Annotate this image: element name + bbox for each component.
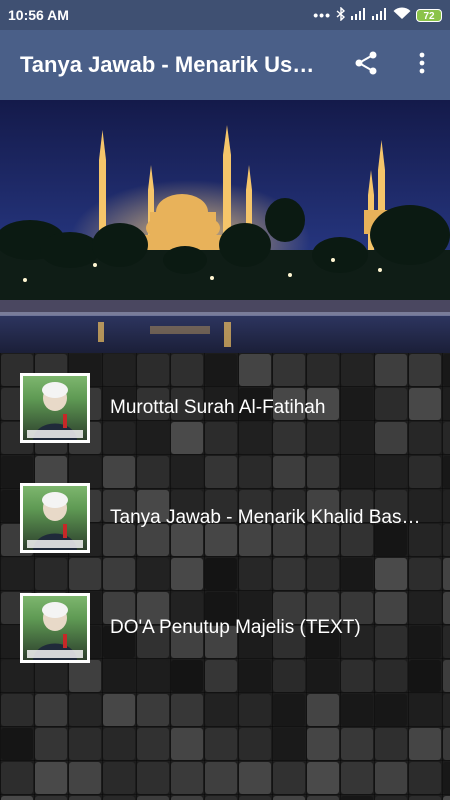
app-bar: Tanya Jawab - Menarik Ustadz Khalid Basa… bbox=[0, 30, 450, 100]
list-item-thumbnail bbox=[20, 483, 90, 553]
list-item-label: Murottal Surah Al-Fatihah bbox=[110, 397, 326, 418]
menu-list: Murottal Surah Al-Fatihah Tanya Jawab - … bbox=[0, 353, 450, 683]
list-item-thumbnail bbox=[20, 373, 90, 443]
notification-dots: ••• bbox=[313, 7, 331, 23]
app-title: Tanya Jawab - Menarik Ustadz Khalid Basa… bbox=[20, 52, 320, 77]
list-item-label: Tanya Jawab - Menarik Khalid Basalamah bbox=[110, 507, 430, 528]
list-item-label: DO'A Penutup Majelis (TEXT) bbox=[110, 617, 361, 638]
app-actions bbox=[338, 37, 450, 93]
speaker-portrait-icon bbox=[23, 596, 87, 660]
speaker-portrait-icon bbox=[23, 376, 87, 440]
share-button[interactable] bbox=[338, 37, 394, 93]
status-time: 10:56 AM bbox=[8, 7, 69, 23]
share-icon bbox=[353, 50, 379, 81]
list-item[interactable]: Tanya Jawab - Menarik Khalid Basalamah bbox=[0, 463, 450, 573]
list-item-thumbnail bbox=[20, 593, 90, 663]
status-bar: 10:56 AM ••• 72 bbox=[0, 0, 450, 30]
content-list-area: Murottal Surah Al-Fatihah Tanya Jawab - … bbox=[0, 353, 450, 800]
bluetooth-icon bbox=[336, 5, 346, 24]
overflow-menu-button[interactable] bbox=[394, 37, 450, 93]
more-vert-icon bbox=[418, 51, 426, 80]
list-item[interactable]: Murottal Surah Al-Fatihah bbox=[0, 353, 450, 463]
battery-icon: 72 bbox=[416, 8, 442, 22]
speaker-portrait-icon bbox=[23, 486, 87, 550]
header-banner-image bbox=[0, 100, 450, 353]
signal-icon bbox=[351, 7, 367, 23]
status-icons: ••• 72 bbox=[313, 5, 442, 24]
list-item[interactable]: DO'A Penutup Majelis (TEXT) bbox=[0, 573, 450, 683]
wifi-icon bbox=[393, 7, 411, 23]
signal-icon-2 bbox=[372, 7, 388, 23]
